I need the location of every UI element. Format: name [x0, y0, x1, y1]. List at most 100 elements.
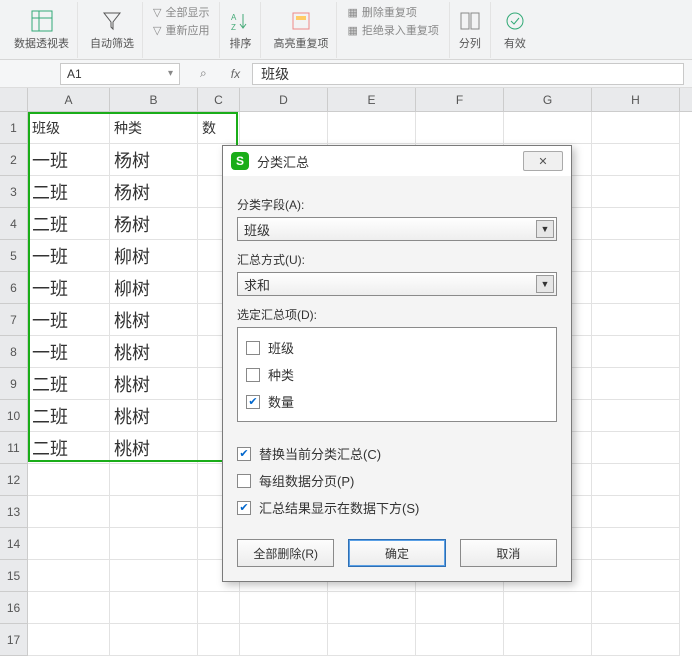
column-header[interactable]: F — [416, 88, 504, 111]
cell[interactable] — [592, 272, 680, 304]
cell[interactable] — [28, 560, 110, 592]
ok-button[interactable]: 确定 — [348, 539, 445, 567]
cell[interactable] — [592, 240, 680, 272]
cell[interactable] — [592, 592, 680, 624]
cell[interactable]: 班级 — [28, 112, 110, 144]
cell[interactable] — [28, 624, 110, 656]
formula-input[interactable]: 班级 — [252, 63, 684, 85]
row-header[interactable]: 7 — [0, 304, 27, 336]
cell[interactable] — [592, 528, 680, 560]
close-button[interactable]: ✕ — [523, 151, 563, 171]
column-header[interactable]: B — [110, 88, 198, 111]
cell[interactable] — [504, 624, 592, 656]
ribbon-pivottable[interactable]: 数据透视表 — [6, 2, 78, 58]
cell[interactable]: 一班 — [28, 304, 110, 336]
column-header[interactable]: D — [240, 88, 328, 111]
cell[interactable] — [110, 592, 198, 624]
cell[interactable]: 杨树 — [110, 144, 198, 176]
cell[interactable]: 一班 — [28, 144, 110, 176]
cell[interactable]: 二班 — [28, 368, 110, 400]
ribbon-sort[interactable]: AZ 排序 — [219, 2, 261, 58]
cell[interactable] — [198, 624, 240, 656]
cell[interactable] — [110, 528, 198, 560]
cell[interactable] — [592, 176, 680, 208]
cell[interactable] — [592, 208, 680, 240]
cell[interactable]: 二班 — [28, 208, 110, 240]
cell[interactable] — [592, 400, 680, 432]
cell[interactable]: 一班 — [28, 336, 110, 368]
ribbon-reapply[interactable]: ▽ 重新应用 — [153, 22, 209, 38]
row-header[interactable]: 8 — [0, 336, 27, 368]
opt-replace[interactable]: ✔ 替换当前分类汇总(C) — [237, 440, 557, 467]
cell[interactable]: 桃树 — [110, 400, 198, 432]
summary-item[interactable]: ✔数量 — [246, 388, 548, 415]
cell[interactable] — [198, 592, 240, 624]
cell[interactable]: 杨树 — [110, 208, 198, 240]
cell[interactable] — [240, 112, 328, 144]
row-header[interactable]: 2 — [0, 144, 27, 176]
zoom-icon[interactable]: ⌕ — [200, 66, 207, 81]
cell[interactable]: 桃树 — [110, 304, 198, 336]
cell[interactable] — [110, 464, 198, 496]
ribbon-rejectdup[interactable]: ▦ 拒绝录入重复项 — [347, 22, 438, 38]
field-select[interactable]: 班级 ▼ — [237, 217, 557, 241]
cell[interactable] — [110, 624, 198, 656]
cell[interactable] — [592, 496, 680, 528]
cell[interactable] — [592, 464, 680, 496]
cell[interactable] — [592, 432, 680, 464]
column-header[interactable]: C — [198, 88, 240, 111]
row-header[interactable]: 13 — [0, 496, 27, 528]
cell[interactable] — [28, 464, 110, 496]
cell[interactable] — [28, 528, 110, 560]
opt-pagebreak[interactable]: 每组数据分页(P) — [237, 467, 557, 494]
row-header[interactable]: 16 — [0, 592, 27, 624]
cell[interactable] — [328, 592, 416, 624]
cell[interactable]: 桃树 — [110, 368, 198, 400]
ribbon-autofilter[interactable]: 自动筛选 — [82, 2, 143, 58]
cell[interactable]: 数 — [198, 112, 240, 144]
cell[interactable] — [110, 496, 198, 528]
cell[interactable]: 桃树 — [110, 432, 198, 464]
row-header[interactable]: 6 — [0, 272, 27, 304]
cell[interactable]: 二班 — [28, 400, 110, 432]
ribbon-highlightdup[interactable]: 高亮重复项 — [265, 2, 337, 58]
ribbon-removedup[interactable]: ▦ 删除重复项 — [347, 4, 438, 20]
column-header[interactable]: G — [504, 88, 592, 111]
method-select[interactable]: 求和 ▼ — [237, 272, 557, 296]
cell[interactable] — [416, 592, 504, 624]
cell[interactable]: 二班 — [28, 432, 110, 464]
cell[interactable]: 种类 — [110, 112, 198, 144]
row-header[interactable]: 14 — [0, 528, 27, 560]
row-header[interactable]: 4 — [0, 208, 27, 240]
row-header[interactable]: 15 — [0, 560, 27, 592]
cell[interactable] — [240, 624, 328, 656]
row-header[interactable]: 5 — [0, 240, 27, 272]
row-header[interactable]: 3 — [0, 176, 27, 208]
row-header[interactable]: 1 — [0, 112, 27, 144]
cancel-button[interactable]: 取消 — [460, 539, 557, 567]
summary-item[interactable]: 班级 — [246, 334, 548, 361]
cell[interactable] — [592, 336, 680, 368]
cell[interactable]: 桃树 — [110, 336, 198, 368]
cell[interactable] — [592, 624, 680, 656]
summary-item[interactable]: 种类 — [246, 361, 548, 388]
cell[interactable]: 柳树 — [110, 240, 198, 272]
ribbon-validation[interactable]: 有效 — [495, 2, 535, 58]
cell[interactable] — [592, 144, 680, 176]
cell[interactable] — [416, 624, 504, 656]
fx-icon[interactable]: fx — [231, 67, 240, 81]
cell[interactable] — [240, 592, 328, 624]
cell[interactable] — [592, 368, 680, 400]
cell[interactable] — [504, 112, 592, 144]
cell[interactable]: 一班 — [28, 240, 110, 272]
cell[interactable] — [592, 112, 680, 144]
cell[interactable] — [592, 560, 680, 592]
opt-below[interactable]: ✔ 汇总结果显示在数据下方(S) — [237, 494, 557, 521]
row-header[interactable]: 10 — [0, 400, 27, 432]
column-header[interactable]: E — [328, 88, 416, 111]
ribbon-texttocolumns[interactable]: 分列 — [449, 2, 491, 58]
cell[interactable]: 二班 — [28, 176, 110, 208]
dialog-titlebar[interactable]: S 分类汇总 ✕ — [223, 146, 571, 176]
cell[interactable] — [328, 112, 416, 144]
cell[interactable]: 杨树 — [110, 176, 198, 208]
